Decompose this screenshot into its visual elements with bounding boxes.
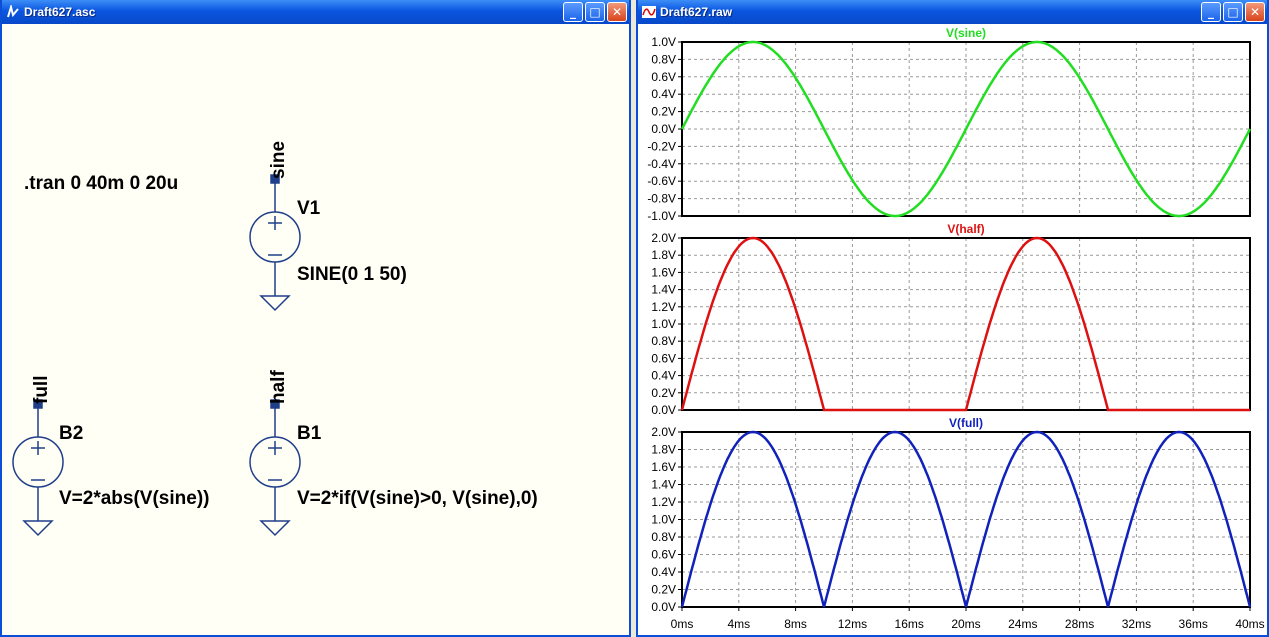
y-tick-label: 0.2V xyxy=(651,386,676,400)
y-tick-label: 1.2V xyxy=(651,300,676,314)
x-tick-label: 24ms xyxy=(1008,617,1037,631)
b2-name[interactable]: B2 xyxy=(59,423,83,444)
waveform-window-title: Draft627.raw xyxy=(660,5,733,19)
y-tick-label: 0.0V xyxy=(651,600,676,614)
schematic-window[interactable]: Draft627.asc _ □ ✕ .tran 0 40m 0 20u sin… xyxy=(0,0,631,637)
schematic-canvas[interactable]: .tran 0 40m 0 20u sine V1 SINE(0 1 50) f… xyxy=(2,24,629,635)
b1-behavioral-source[interactable] xyxy=(249,399,301,537)
trace-title: V(full) xyxy=(949,416,983,430)
waveform-window[interactable]: Draft627.raw _ □ ✕ 1.0V 0.8V 0.6V 0.4V 0.2V 0… xyxy=(636,0,1269,637)
x-tick-label: 28ms xyxy=(1065,617,1094,631)
y-tick-label: 0.8V xyxy=(651,530,676,544)
schematic-window-title: Draft627.asc xyxy=(24,5,96,19)
y-tick-label: 1.0V xyxy=(651,513,676,527)
minimize-button[interactable]: _ xyxy=(563,2,583,22)
x-tick-label: 12ms xyxy=(838,617,867,631)
tran-directive[interactable]: .tran 0 40m 0 20u xyxy=(24,173,178,194)
y-tick-label: 0.4V xyxy=(651,565,676,579)
trace-title: V(half) xyxy=(947,222,984,236)
close-button[interactable]: ✕ xyxy=(1245,2,1265,22)
y-tick-label: 0.8V xyxy=(651,334,676,348)
y-tick-label: -0.4V xyxy=(647,157,676,171)
maximize-button[interactable]: □ xyxy=(585,2,605,22)
y-tick-label: 0.4V xyxy=(651,369,676,383)
v1-voltage-source[interactable] xyxy=(249,174,301,312)
v1-value[interactable]: SINE(0 1 50) xyxy=(297,264,407,285)
y-tick-label: 0.6V xyxy=(651,548,676,562)
b2-value[interactable]: V=2*abs(V(sine)) xyxy=(59,488,209,509)
y-tick-label: 0.4V xyxy=(651,87,676,101)
y-tick-label: 2.0V xyxy=(651,425,676,439)
x-tick-label: 0ms xyxy=(671,617,694,631)
y-tick-label: 1.8V xyxy=(651,443,676,457)
y-tick-label: 1.2V xyxy=(651,495,676,509)
b1-name[interactable]: B1 xyxy=(297,423,322,444)
minimize-button[interactable]: _ xyxy=(1201,2,1221,22)
y-tick-label: 1.4V xyxy=(651,283,676,297)
y-tick-label: -0.2V xyxy=(647,139,676,153)
b2-behavioral-source[interactable] xyxy=(12,399,64,537)
waveform-plots[interactable]: 1.0V 0.8V 0.6V 0.4V 0.2V 0.0V -0.2V -0.4V -0.6V -… xyxy=(638,24,1267,635)
x-tick-label: 8ms xyxy=(784,617,807,631)
y-tick-label: -1.0V xyxy=(647,209,676,223)
y-tick-label: 1.6V xyxy=(651,460,676,474)
y-tick-label: -0.8V xyxy=(647,192,676,206)
y-tick-label: 0.0V xyxy=(651,403,676,417)
y-tick-label: 1.8V xyxy=(651,248,676,262)
y-tick-label: 0.8V xyxy=(651,52,676,66)
y-tick-label: 0.6V xyxy=(651,351,676,365)
y-tick-label: 1.0V xyxy=(651,35,676,49)
y-tick-label: -0.6V xyxy=(647,174,676,188)
b1-value[interactable]: V=2*if(V(sine)>0, V(sine),0) xyxy=(297,488,538,509)
y-tick-label: 1.0V xyxy=(651,317,676,331)
waveform-plot-area[interactable]: 1.0V 0.8V 0.6V 0.4V 0.2V 0.0V -0.2V -0.4V -0.6V -… xyxy=(638,24,1267,635)
y-tick-label: 0.2V xyxy=(651,583,676,597)
x-tick-label: 16ms xyxy=(895,617,924,631)
x-tick-label: 4ms xyxy=(727,617,750,631)
y-tick-label: 0.6V xyxy=(651,70,676,84)
x-tick-label: 32ms xyxy=(1122,617,1151,631)
y-tick-label: 0.2V xyxy=(651,105,676,119)
waveform-titlebar[interactable]: Draft627.raw _ □ ✕ xyxy=(638,0,1267,24)
net-label-full[interactable]: full xyxy=(31,376,52,405)
v1-name[interactable]: V1 xyxy=(297,198,321,219)
ltspice-schematic-icon xyxy=(7,5,19,18)
net-label-half[interactable]: half xyxy=(268,370,289,404)
y-tick-label: 1.6V xyxy=(651,265,676,279)
y-tick-label: 1.4V xyxy=(651,478,676,492)
x-tick-label: 40ms xyxy=(1235,617,1264,631)
y-tick-label: 0.0V xyxy=(651,122,676,136)
x-tick-label: 36ms xyxy=(1179,617,1208,631)
schematic-titlebar[interactable]: Draft627.asc _ □ ✕ xyxy=(2,0,629,24)
trace-title: V(sine) xyxy=(946,26,986,40)
waveform-viewer-icon xyxy=(642,6,656,18)
net-label-sine[interactable]: sine xyxy=(268,141,289,179)
y-tick-label: 2.0V xyxy=(651,231,676,245)
x-tick-label: 20ms xyxy=(951,617,980,631)
maximize-button[interactable]: □ xyxy=(1223,2,1243,22)
close-button[interactable]: ✕ xyxy=(607,2,627,22)
